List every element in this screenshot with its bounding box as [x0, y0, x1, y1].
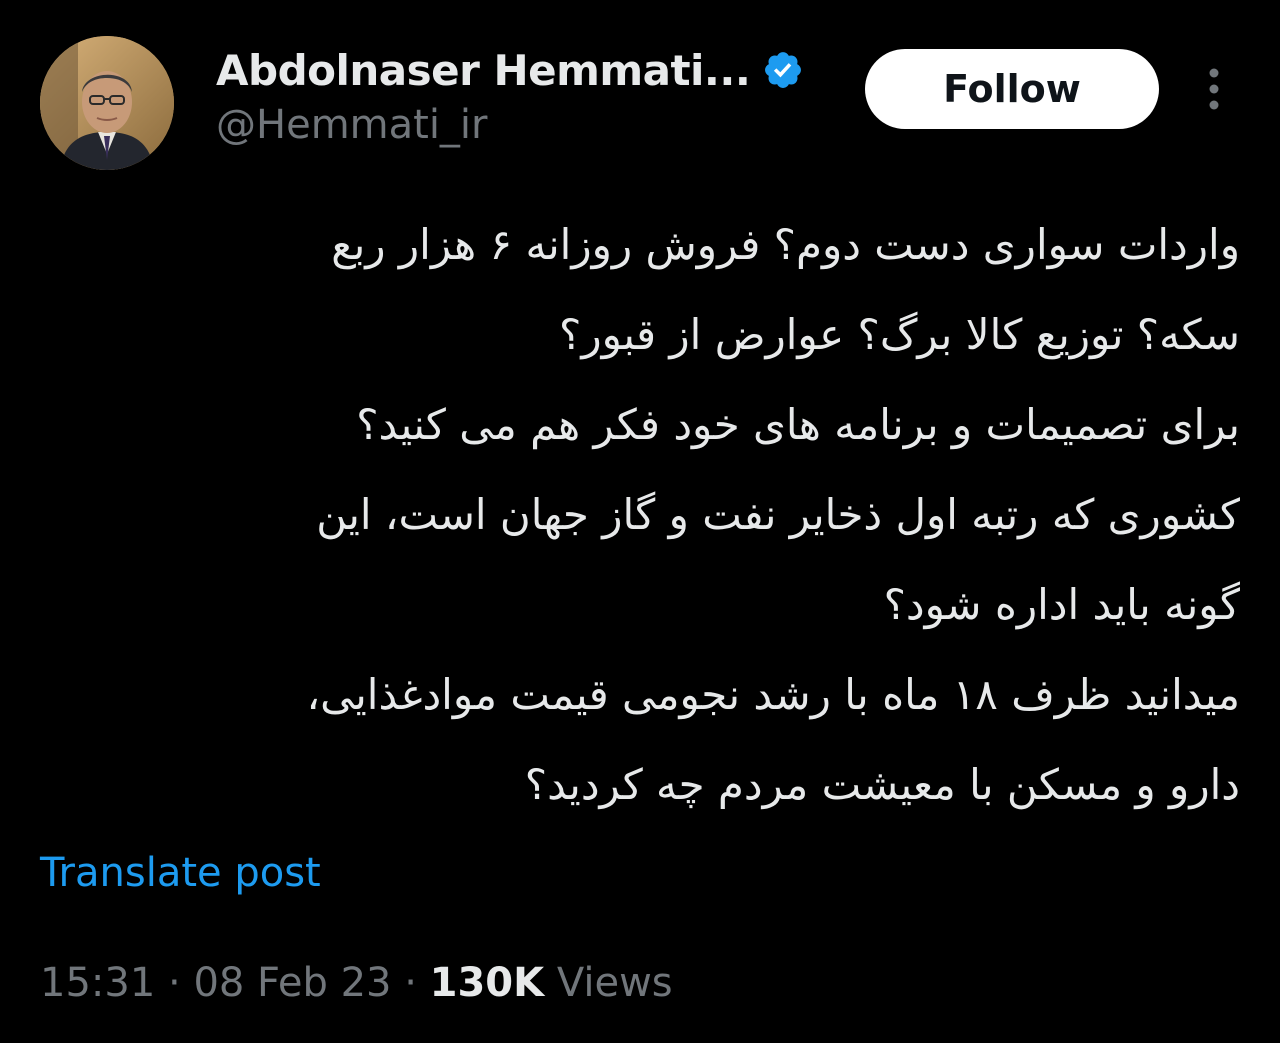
author-name-row[interactable]: Abdolnaser Hemmati...: [216, 40, 804, 100]
post-date[interactable]: 08 Feb 23: [193, 960, 391, 1006]
tweet-text-line: واردات سواری دست دوم؟ فروش روزانه ۶ هزار…: [331, 220, 1240, 269]
tweet-text-line: میدانید ظرف ۱۸ ماه با رشد نجومی قیمت موا…: [306, 670, 1240, 719]
verified-badge-icon[interactable]: [762, 49, 804, 91]
more-vertical-icon[interactable]: [1196, 64, 1232, 114]
views-count: 130K: [429, 960, 545, 1006]
meta-separator: ·: [155, 960, 194, 1006]
tweet-text-line: گونه باید اداره شود؟: [883, 580, 1240, 629]
tweet-text-line: دارو و مسکن با معیشت مردم چه کردید؟: [524, 760, 1240, 809]
tweet: Abdolnaser Hemmati... @Hemmati_ir Follow…: [0, 0, 1280, 1043]
tweet-text-line: سکه؟ توزیع کالا برگ؟ عوارض از قبور؟: [559, 310, 1240, 359]
display-name[interactable]: Abdolnaser Hemmati...: [216, 46, 751, 95]
tweet-text: واردات سواری دست دوم؟ فروش روزانه ۶ هزار…: [110, 200, 1240, 830]
translate-post-link[interactable]: Translate post: [40, 850, 321, 896]
post-time[interactable]: 15:31: [40, 960, 155, 1006]
author-handle[interactable]: @Hemmati_ir: [216, 102, 487, 148]
tweet-text-line: کشوری که رتبه اول ذخایر نفت و گاز جهان ا…: [316, 490, 1240, 539]
follow-button[interactable]: Follow: [865, 49, 1159, 129]
meta-separator: ·: [391, 960, 430, 1006]
avatar[interactable]: [40, 36, 174, 170]
tweet-text-line: برای تصمیمات و برنامه های خود فکر هم می …: [356, 400, 1240, 449]
views-label: Views: [544, 960, 673, 1006]
tweet-meta: 15:31 · 08 Feb 23 · 130K Views: [40, 960, 673, 1006]
profile-photo-icon: [40, 36, 174, 170]
